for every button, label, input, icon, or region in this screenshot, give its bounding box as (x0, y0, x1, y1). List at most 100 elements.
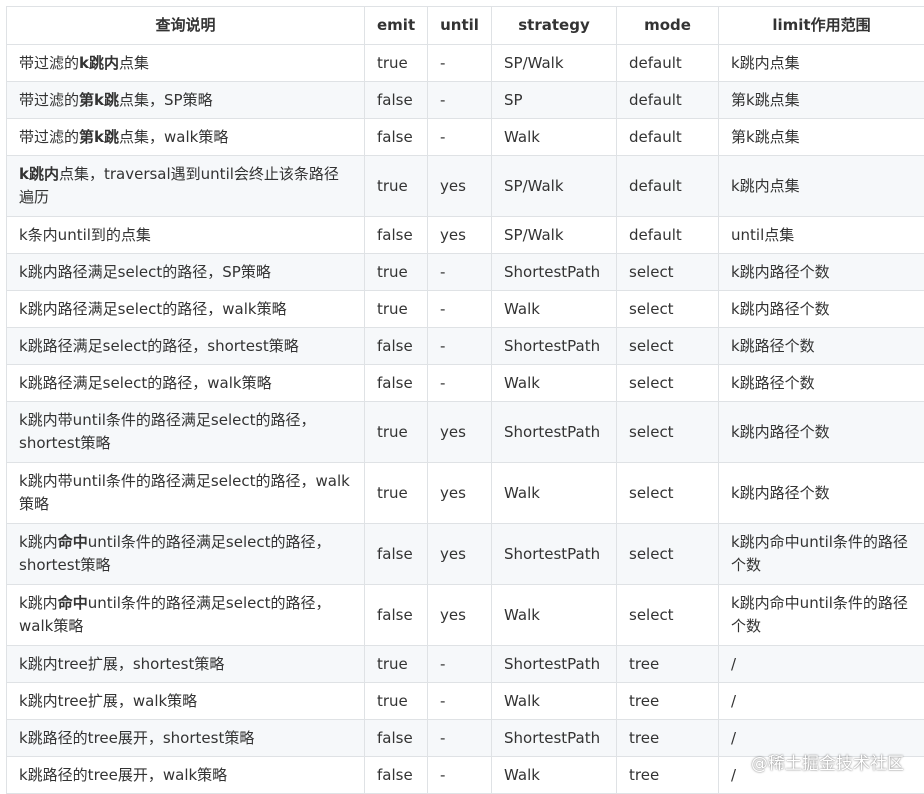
header-strategy: strategy (491, 6, 617, 45)
description-bold-segment: 命中 (57, 594, 88, 612)
cell-description: k跳内命中until条件的路径满足select的路径，walk策略 (6, 584, 365, 646)
cell-limit: until点集 (718, 216, 924, 254)
cell-until: - (427, 645, 492, 683)
cell-emit: false (364, 118, 428, 156)
cell-mode: select (616, 523, 719, 585)
cell-until: yes (427, 155, 492, 217)
cell-mode: default (616, 155, 719, 217)
cell-description: k跳内带until条件的路径满足select的路径，walk策略 (6, 462, 365, 524)
cell-mode: default (616, 216, 719, 254)
cell-emit: false (364, 584, 428, 646)
cell-until: - (427, 327, 492, 365)
cell-until: - (427, 756, 492, 794)
description-segment: k跳路径的tree展开，shortest策略 (19, 728, 255, 747)
description-segment: k跳路径满足select的路径，shortest策略 (19, 336, 299, 355)
cell-description: k跳内tree扩展，walk策略 (6, 682, 365, 720)
cell-description: k跳内tree扩展，shortest策略 (6, 645, 365, 683)
cell-description: k跳内命中until条件的路径满足select的路径，shortest策略 (6, 523, 365, 585)
cell-strategy: Walk (491, 682, 617, 720)
cell-until: - (427, 44, 492, 82)
query-table: 查询说明 emit until strategy mode limit作用范围 … (6, 6, 924, 794)
description-bold-segment: 第k跳 (79, 90, 119, 109)
cell-until: - (427, 682, 492, 720)
cell-strategy: Walk (491, 290, 617, 328)
description-segment: k跳内路径满足select的路径，SP策略 (19, 262, 271, 281)
header-limit-scope: limit作用范围 (718, 6, 924, 45)
cell-strategy: Walk (491, 364, 617, 402)
description-segment: 带过滤的 (19, 127, 80, 146)
cell-limit: k跳内点集 (718, 155, 924, 217)
table-row: k跳路径的tree展开，walk策略 false - Walk tree / (6, 756, 924, 794)
cell-strategy: ShortestPath (491, 523, 617, 585)
cell-until: yes (427, 216, 492, 254)
cell-description: k跳路径的tree展开，walk策略 (6, 756, 365, 794)
cell-strategy: Walk (491, 462, 617, 524)
description-segment: k跳内 (19, 533, 58, 551)
table-row: k跳内命中until条件的路径满足select的路径，walk策略 false ye… (6, 584, 924, 646)
description-segment: k跳路径满足select的路径，walk策略 (19, 373, 272, 392)
cell-limit: k跳内点集 (718, 44, 924, 82)
cell-emit: true (364, 462, 428, 524)
cell-emit: true (364, 155, 428, 217)
cell-mode: default (616, 44, 719, 82)
cell-description: k跳内带until条件的路径满足select的路径，shortest策略 (6, 401, 365, 463)
cell-until: - (427, 118, 492, 156)
table-row: 带过滤的第k跳点集，walk策略 false - Walk default 第k跳点集 (6, 118, 924, 156)
description-segment: 点集，traversal遇到until会终止该条路径遍历 (19, 165, 339, 206)
table-row: 带过滤的k跳内点集 true - SP/Walk default k跳内点集 (6, 44, 924, 82)
header-description: 查询说明 (6, 6, 365, 45)
cell-mode: select (616, 253, 719, 291)
table-row: k跳内带until条件的路径满足select的路径，walk策略 true yes W… (6, 462, 924, 524)
description-segment: k跳内路径满足select的路径，walk策略 (19, 299, 287, 318)
cell-emit: false (364, 719, 428, 757)
cell-strategy: SP (491, 81, 617, 119)
description-segment: k跳路径的tree展开，walk策略 (19, 765, 228, 784)
cell-description: k跳内点集，traversal遇到until会终止该条路径遍历 (6, 155, 365, 217)
table-row: k条内until到的点集 false yes SP/Walk default until点… (6, 216, 924, 254)
cell-strategy: ShortestPath (491, 645, 617, 683)
description-bold-segment: k跳内 (79, 53, 119, 72)
table-body: 带过滤的k跳内点集 true - SP/Walk default k跳内点集 带过滤的第k跳… (6, 44, 924, 794)
cell-mode: tree (616, 682, 719, 720)
header-until: until (427, 6, 492, 45)
cell-limit: 第k跳点集 (718, 118, 924, 156)
header-mode: mode (616, 6, 719, 45)
cell-until: yes (427, 584, 492, 646)
cell-strategy: SP/Walk (491, 44, 617, 82)
cell-limit: 第k跳点集 (718, 81, 924, 119)
cell-until: - (427, 719, 492, 757)
description-segment: k跳内tree扩展，shortest策略 (19, 654, 225, 673)
cell-description: k条内until到的点集 (6, 216, 365, 254)
table-row: k跳内带until条件的路径满足select的路径，shortest策略 true… (6, 401, 924, 463)
cell-strategy: ShortestPath (491, 327, 617, 365)
cell-description: k跳路径的tree展开，shortest策略 (6, 719, 365, 757)
cell-limit: / (718, 682, 924, 720)
cell-until: - (427, 81, 492, 119)
cell-until: yes (427, 523, 492, 585)
cell-emit: false (364, 756, 428, 794)
cell-emit: true (364, 401, 428, 463)
cell-emit: false (364, 523, 428, 585)
description-segment: 带过滤的 (19, 53, 80, 72)
cell-limit: k跳内路径个数 (718, 253, 924, 291)
cell-until: - (427, 253, 492, 291)
cell-emit: true (364, 253, 428, 291)
table-header-row: 查询说明 emit until strategy mode limit作用范围 (6, 6, 924, 45)
table-row: 带过滤的第k跳点集，SP策略 false - SP default 第k跳点集 (6, 81, 924, 119)
header-emit: emit (364, 6, 428, 45)
cell-until: yes (427, 462, 492, 524)
description-segment: k跳内tree扩展，walk策略 (19, 691, 198, 710)
description-segment: k条内until到的点集 (19, 225, 151, 244)
cell-until: - (427, 290, 492, 328)
description-segment: k跳内带until条件的路径满足select的路径，walk策略 (19, 472, 350, 513)
cell-description: 带过滤的第k跳点集，walk策略 (6, 118, 365, 156)
description-segment: k跳内 (19, 594, 58, 612)
table-row: k跳内路径满足select的路径，walk策略 true - Walk select k跳… (6, 290, 924, 328)
description-bold-segment: 命中 (57, 533, 88, 551)
description-bold-segment: 第k跳 (79, 127, 119, 146)
cell-strategy: SP/Walk (491, 216, 617, 254)
cell-mode: select (616, 584, 719, 646)
cell-description: k跳路径满足select的路径，shortest策略 (6, 327, 365, 365)
cell-mode: select (616, 462, 719, 524)
cell-strategy: Walk (491, 584, 617, 646)
